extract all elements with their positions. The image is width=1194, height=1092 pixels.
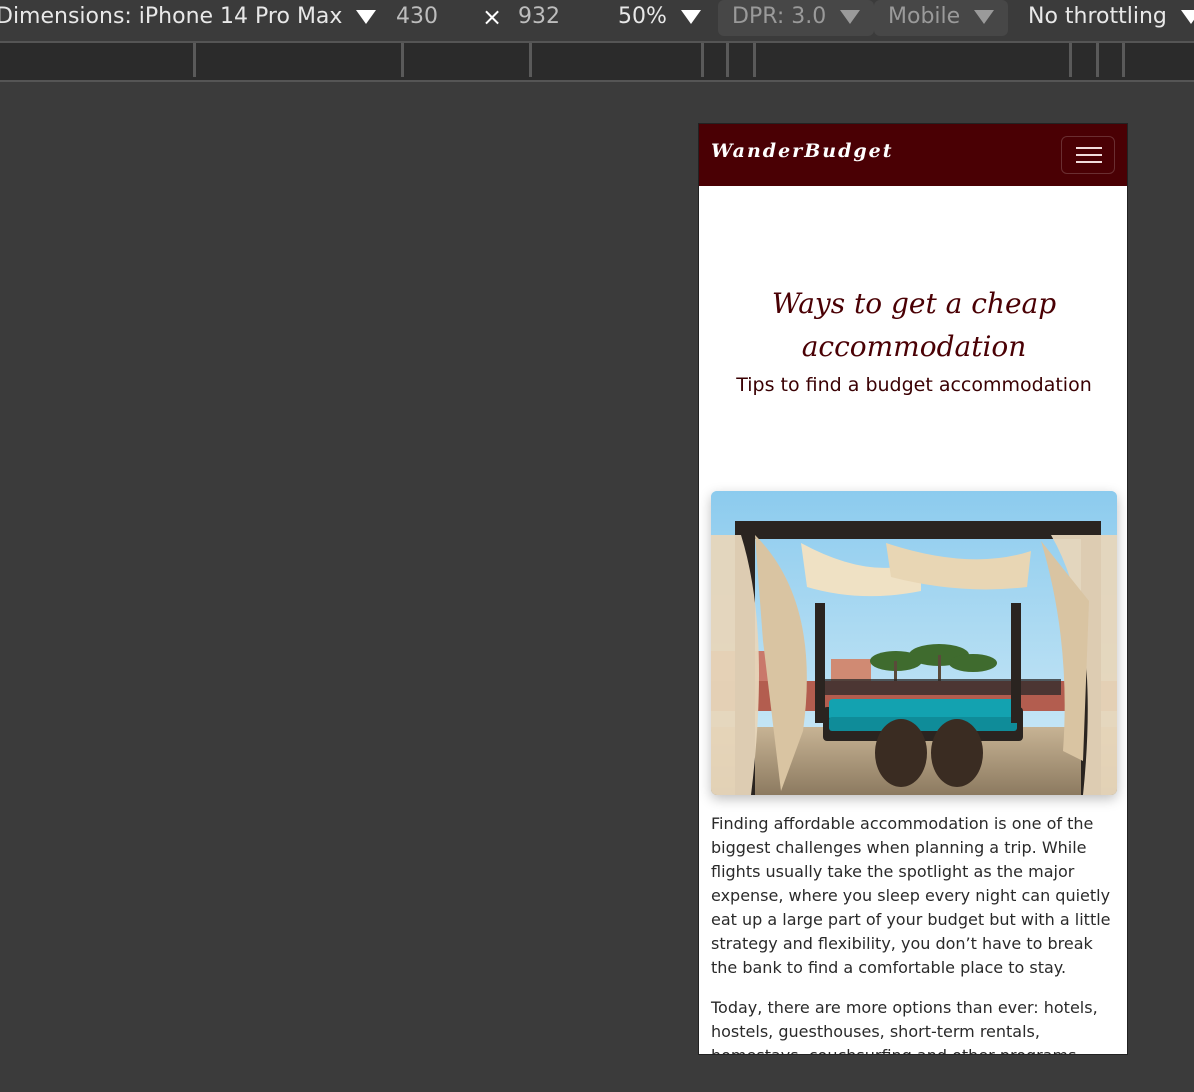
media-query-bar[interactable]	[0, 43, 1194, 80]
article-paragraph: Today, there are more options than ever:…	[711, 998, 1098, 1054]
media-query-marker[interactable]	[726, 43, 729, 77]
article-body: Finding affordable accommodation is one …	[711, 812, 1121, 1054]
caret-down-icon	[356, 10, 377, 24]
media-query-marker[interactable]	[1096, 43, 1099, 77]
width-input[interactable]: 430	[396, 0, 438, 36]
device-mode-select[interactable]: Mobile	[874, 0, 1009, 36]
caret-down-icon	[1180, 10, 1194, 24]
media-query-marker[interactable]	[1122, 43, 1125, 77]
page-title: Ways to get a cheap accommodation	[771, 287, 1057, 363]
throttling-select[interactable]: No throttling	[1028, 0, 1194, 36]
article-paragraph: Finding affordable accommodation is one …	[711, 814, 1111, 977]
page-subtitle: Tips to find a budget accommodation	[736, 374, 1092, 396]
media-query-marker[interactable]	[401, 43, 404, 77]
times-icon: ×	[482, 3, 503, 31]
media-query-marker[interactable]	[193, 43, 196, 77]
dpr-select[interactable]: DPR: 3.0	[718, 0, 875, 36]
height-input[interactable]: 932	[518, 0, 560, 36]
caret-down-icon	[840, 10, 861, 24]
media-query-divider	[0, 80, 1194, 82]
device-viewport[interactable]: WanderBudget Ways to get a cheap accommo…	[698, 123, 1128, 1055]
media-query-marker[interactable]	[1069, 43, 1072, 77]
zoom-label: 50%	[618, 4, 667, 29]
throttling-label: No throttling	[1028, 4, 1167, 29]
media-query-marker[interactable]	[753, 43, 756, 77]
mode-label: Mobile	[888, 4, 961, 29]
site-navbar: WanderBudget	[699, 124, 1127, 186]
caret-down-icon	[974, 10, 995, 24]
device-toolbar: Dimensions: iPhone 14 Pro Max 430 × 932 …	[0, 0, 1194, 42]
media-query-marker[interactable]	[529, 43, 532, 77]
caret-down-icon	[680, 10, 701, 24]
dpr-label: DPR: 3.0	[732, 4, 827, 29]
accommodation-photo	[711, 491, 1117, 795]
media-query-marker[interactable]	[701, 43, 704, 77]
dimensions-label: Dimensions: iPhone 14 Pro Max	[0, 4, 343, 29]
hamburger-icon[interactable]	[1061, 136, 1115, 174]
dimensions-select[interactable]: Dimensions: iPhone 14 Pro Max	[0, 0, 377, 36]
brand-logo[interactable]: WanderBudget	[711, 140, 894, 162]
zoom-select[interactable]: 50%	[618, 0, 701, 36]
